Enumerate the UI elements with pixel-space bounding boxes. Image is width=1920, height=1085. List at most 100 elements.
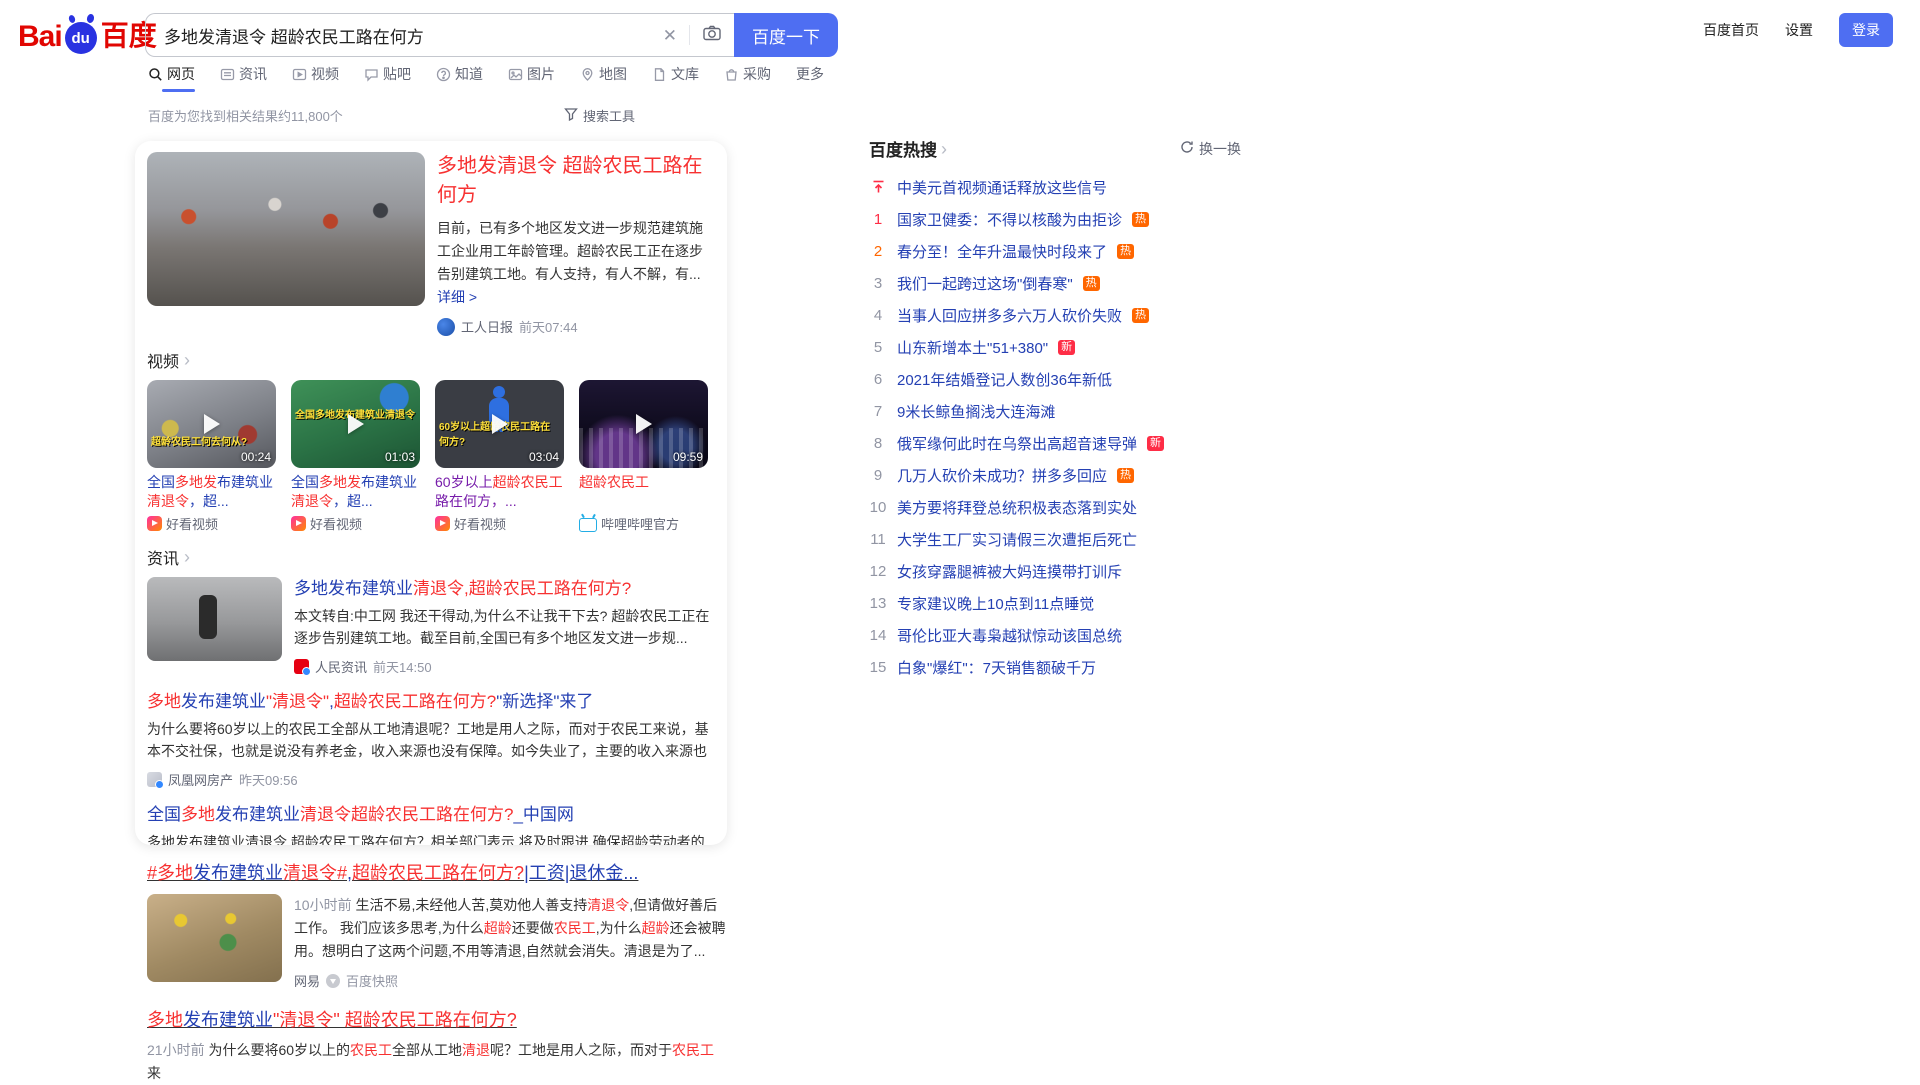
video-thumbnail[interactable]: 全国多地发布建筑业清退令 01:03 (291, 380, 420, 468)
video-card[interactable]: 60岁以上超龄农民工路在何方? 03:04 60岁以上超龄农民工路在何方，...… (435, 380, 564, 533)
result-thumbnail[interactable] (147, 894, 282, 982)
hot-rank: 9 (869, 467, 887, 484)
baidu-cache-link[interactable]: 百度快照 (346, 971, 398, 990)
top-result-image[interactable] (147, 152, 425, 306)
chevron-right-icon[interactable]: › (184, 351, 190, 369)
video-source-name: 哔哩哔哩官方 (601, 514, 679, 533)
top-link-settings[interactable]: 设置 (1785, 20, 1813, 40)
hot-badge: 新 (1147, 436, 1164, 451)
video-card[interactable]: 09:59 超龄农民工 哔哩哔哩官方 (579, 380, 708, 533)
video-card[interactable]: 全国多地发布建筑业清退令 01:03 全国多地发布建筑业清退令，超... 好看视… (291, 380, 420, 533)
video-caption[interactable]: 全国多地发布建筑业清退令，超... (147, 473, 276, 511)
result-text-block: 10小时前 生活不易,未经他人苦,莫劝他人善支持清退令,但请做好善后工作。 我们… (294, 894, 727, 990)
hot-search-item[interactable]: 8 俄军缘何此时在乌祭出高超音速导弹 新 (869, 427, 1241, 459)
more-link[interactable]: 详细 > (437, 289, 477, 305)
video-source-row: 好看视频 (435, 514, 564, 533)
hot-item-text: 中美元首视频通话释放这些信号 (897, 177, 1107, 198)
hot-item-text: 美方要将拜登总统积极表态落到实处 (897, 497, 1137, 518)
hot-item-text: 当事人回应拼多多六万人砍价失败 (897, 305, 1122, 326)
result-desc: 21小时前 为什么要将60岁以上的农民工全部从工地清退呢？工地是用人之际，而对于… (147, 1039, 727, 1085)
search-input[interactable] (162, 24, 596, 46)
hot-search-item[interactable]: 11 大学生工厂实习请假三次遭拒后死亡 (869, 523, 1241, 555)
funnel-icon (564, 107, 578, 124)
hot-search-item[interactable]: 14 哥伦比亚大毒枭越狱惊动该国总统 (869, 619, 1241, 651)
hot-rank: 2 (869, 243, 887, 260)
search-box-icons: ✕ (663, 14, 722, 56)
hot-search-item[interactable]: 12 女孩穿露腿裤被大妈连摸带打训斥 (869, 555, 1241, 587)
hot-rank: 7 (869, 403, 887, 420)
hot-search-item[interactable]: 10 美方要将拜登总统积极表态落到实处 (869, 491, 1241, 523)
clear-icon[interactable]: ✕ (663, 27, 677, 44)
result-title-link[interactable]: #多地发布建筑业清退令#,超龄农民工路在何方?|工资|退休金... (147, 860, 727, 886)
news-thumbnail[interactable] (147, 577, 282, 661)
tab-video[interactable]: 视频 (292, 64, 339, 92)
hot-search-item[interactable]: 中美元首视频通话释放这些信号 (869, 171, 1241, 203)
search-result: #多地发布建筑业清退令#,超龄农民工路在何方?|工资|退休金... 10小时前 … (147, 860, 727, 990)
video-thumbnail[interactable]: 09:59 (579, 380, 708, 468)
tab-web[interactable]: 网页 (148, 64, 195, 92)
video-caption[interactable]: 全国多地发布建筑业清退令，超... (291, 473, 420, 511)
search-magnifier-icon (148, 67, 163, 82)
tab-tieba[interactable]: 贴吧 (364, 64, 411, 92)
hot-item-text: 哥伦比亚大毒枭越狱惊动该国总统 (897, 625, 1122, 646)
top-link-home[interactable]: 百度首页 (1703, 20, 1759, 40)
tab-zhidao[interactable]: 知道 (436, 64, 483, 92)
video-section-header: 视频 › (147, 348, 715, 372)
search-tools-button[interactable]: 搜索工具 (564, 106, 635, 125)
login-button[interactable]: 登录 (1839, 13, 1893, 47)
camera-icon[interactable] (702, 23, 722, 48)
result-title-link[interactable]: 全国多地发布建筑业清退令超龄农民工路在何方?_中国网 (147, 803, 715, 827)
question-icon (436, 67, 451, 82)
hot-search-item[interactable]: 15 白象"爆红"：7天销售额破千万 (869, 651, 1241, 683)
search-button[interactable]: 百度一下 (734, 13, 838, 57)
hot-search-item[interactable]: 5 山东新增本土"51+380" 新 (869, 331, 1241, 363)
news-icon (220, 67, 235, 82)
baidu-logo[interactable]: Bai du 百度 (18, 14, 157, 54)
result-title-link[interactable]: 多地发布建筑业"清退令" 超龄农民工路在何方? (147, 1007, 727, 1033)
hot-rank: 13 (869, 595, 887, 612)
hot-badge: 新 (1058, 340, 1075, 355)
results-count: 百度为您找到相关结果约11,800个 (148, 106, 343, 125)
baidu-search-results-page: Bai du 百度 ✕ 百度一下 百度首页 设置 登录 (0, 0, 1920, 1040)
video-caption[interactable]: 超龄农民工 (579, 473, 708, 511)
hot-rank: 6 (869, 371, 887, 388)
search-box[interactable]: ✕ (145, 13, 734, 57)
hot-search-item[interactable]: 6 2021年结婚登记人数创36年新低 (869, 363, 1241, 395)
hot-search-title-link[interactable]: 百度热搜 › (869, 136, 947, 161)
hot-item-text: 女孩穿露腿裤被大妈连摸带打训斥 (897, 561, 1122, 582)
hot-search-item[interactable]: 3 我们一起跨过这场"倒春寒" 热 (869, 267, 1241, 299)
hot-search-item[interactable]: 7 9米长鲸鱼搁浅大连海滩 (869, 395, 1241, 427)
chevron-right-icon[interactable]: › (184, 548, 190, 566)
bilibili-icon (579, 518, 597, 532)
news-desc: 本文转自:中工网 我还干得动,为什么不让我干下去? 超龄农民工正在逐步告别建筑工… (294, 605, 715, 649)
play-icon (492, 414, 508, 434)
search-result: 多地发布建筑业"清退令",超龄农民工路在何方?"新选择"来了 为什么要将60岁以… (147, 690, 715, 789)
tab-maps[interactable]: 地图 (580, 64, 627, 92)
hot-search-item[interactable]: 4 当事人回应拼多多六万人砍价失败 热 (869, 299, 1241, 331)
tab-news[interactable]: 资讯 (220, 64, 267, 92)
result-title-link[interactable]: 多地发布建筑业"清退令",超龄农民工路在何方?"新选择"来了 (147, 690, 715, 714)
hot-search-item[interactable]: 9 几万人砍价未成功？拼多多回应 热 (869, 459, 1241, 491)
hot-item-text: 大学生工厂实习请假三次遭拒后死亡 (897, 529, 1137, 550)
top-right-links: 百度首页 设置 登录 (1703, 13, 1893, 47)
top-result-title-link[interactable]: 多地发清退令 超龄农民工路在何方 (437, 152, 715, 210)
video-caption[interactable]: 60岁以上超龄农民工路在何方，... (435, 473, 564, 511)
news-title-link[interactable]: 多地发布建筑业清退令,超龄农民工路在何方? (294, 577, 715, 601)
top-result-desc-text: 目前，已有多个地区发文进一步规范建筑施工企业用工年龄管理。超龄农民工正在逐步告别… (437, 220, 703, 282)
tab-caigou[interactable]: 采购 (724, 64, 771, 92)
hot-search-item[interactable]: 2 春分至！全年升温最快时段来了 热 (869, 235, 1241, 267)
tab-wenku[interactable]: 文库 (652, 64, 699, 92)
video-card[interactable]: 超龄农民工何去何从? 00:24 全国多地发布建筑业清退令，超... 好看视频 (147, 380, 276, 533)
hot-rank: 4 (869, 307, 887, 324)
play-icon (348, 414, 364, 434)
hot-search-item[interactable]: 13 专家建议晚上10点到11点睡觉 (869, 587, 1241, 619)
tab-more[interactable]: 更多 (796, 64, 824, 92)
web-results: #多地发布建筑业清退令#,超龄农民工路在何方?|工资|退休金... 10小时前 … (147, 860, 727, 1085)
hot-search-item[interactable]: 1 国家卫健委：不得以核酸为由拒诊 热 (869, 203, 1241, 235)
tab-images[interactable]: 图片 (508, 64, 555, 92)
video-thumbnail[interactable]: 超龄农民工何去何从? 00:24 (147, 380, 276, 468)
video-thumbnail[interactable]: 60岁以上超龄农民工路在何方? 03:04 (435, 380, 564, 468)
refresh-button[interactable]: 换一换 (1180, 139, 1241, 159)
tab-label: 采购 (743, 64, 771, 84)
result-source-row: 凤凰网房产 昨天09:56 (147, 770, 715, 789)
